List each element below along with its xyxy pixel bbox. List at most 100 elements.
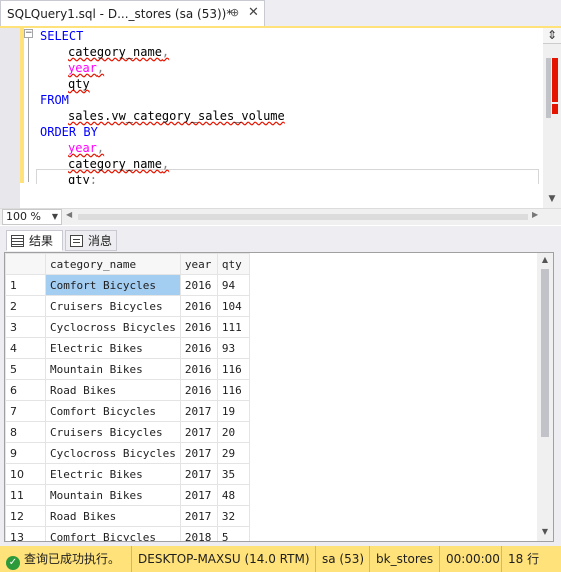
code-line[interactable]: ORDER BY bbox=[40, 124, 285, 140]
table-row[interactable]: 8 Cruisers Bicycles 2017 20 bbox=[5, 421, 250, 443]
column-header[interactable]: qty bbox=[216, 253, 250, 275]
grid-cell[interactable]: 2018 bbox=[179, 526, 218, 541]
grid-cell[interactable]: 19 bbox=[216, 400, 250, 422]
grid-cell[interactable]: 2016 bbox=[179, 358, 218, 380]
row-number[interactable]: 10 bbox=[5, 463, 46, 485]
sql-code[interactable]: SELECT category_name, year, qty FROM sales.vw… bbox=[40, 28, 285, 188]
row-number[interactable]: 7 bbox=[5, 400, 46, 422]
grid-cell[interactable]: Road Bikes bbox=[45, 505, 181, 527]
grid-vertical-scrollbar[interactable]: ▲ ▼ bbox=[537, 253, 553, 541]
grid-cell[interactable]: 2016 bbox=[179, 316, 218, 338]
grid-cell[interactable]: 2017 bbox=[179, 442, 218, 464]
corner-cell[interactable] bbox=[5, 253, 46, 275]
grid-cell[interactable]: 104 bbox=[216, 295, 250, 317]
split-window-icon[interactable]: ⇕ bbox=[543, 28, 561, 44]
scroll-left-icon[interactable]: ◀ bbox=[66, 210, 72, 219]
grid-cell[interactable]: 111 bbox=[216, 316, 250, 338]
grid-cell[interactable]: 2017 bbox=[179, 484, 218, 506]
editor-vertical-scrollbar[interactable] bbox=[543, 28, 561, 208]
table-row[interactable]: 5 Mountain Bikes 2016 116 bbox=[5, 358, 250, 380]
table-row[interactable]: 1 Comfort Bicycles 2016 94 bbox=[5, 274, 250, 296]
grid-cell[interactable]: 2017 bbox=[179, 463, 218, 485]
table-row[interactable]: 9 Cyclocross Bicycles 2017 29 bbox=[5, 442, 250, 464]
zoom-select[interactable]: 100 % ▼ bbox=[2, 209, 62, 225]
grid-cell[interactable]: 93 bbox=[216, 337, 250, 359]
table-row[interactable]: 12 Road Bikes 2017 32 bbox=[5, 505, 250, 527]
table-row[interactable]: 10 Electric Bikes 2017 35 bbox=[5, 463, 250, 485]
code-line[interactable]: SELECT bbox=[40, 28, 285, 44]
grid-cell[interactable]: 2016 bbox=[179, 337, 218, 359]
scroll-up-icon[interactable]: ▲ bbox=[537, 253, 553, 267]
grid-cell[interactable]: Electric Bikes bbox=[45, 463, 181, 485]
table-row[interactable]: 7 Comfort Bicycles 2017 19 bbox=[5, 400, 250, 422]
grid-scroll-thumb[interactable] bbox=[541, 269, 549, 437]
grid-cell[interactable]: 29 bbox=[216, 442, 250, 464]
grid-cell[interactable]: Comfort Bicycles bbox=[45, 400, 181, 422]
column-header[interactable]: year bbox=[179, 253, 218, 275]
grid-cell[interactable]: 2016 bbox=[179, 274, 218, 296]
chevron-down-icon[interactable]: ▼ bbox=[52, 210, 58, 224]
grid-cell[interactable]: 116 bbox=[216, 358, 250, 380]
table-row[interactable]: 13 Comfort Bicycles 2018 5 bbox=[5, 526, 250, 541]
query-editor[interactable]: − SELECT category_name, year, qty FROM sales.… bbox=[0, 28, 561, 208]
row-number[interactable]: 5 bbox=[5, 358, 46, 380]
code-line[interactable]: category_name, bbox=[40, 44, 285, 60]
table-row[interactable]: 6 Road Bikes 2016 116 bbox=[5, 379, 250, 401]
row-number[interactable]: 2 bbox=[5, 295, 46, 317]
grid-cell[interactable]: 94 bbox=[216, 274, 250, 296]
grid-cell[interactable]: Comfort Bicycles bbox=[45, 526, 181, 541]
row-number[interactable]: 4 bbox=[5, 337, 46, 359]
row-number[interactable]: 9 bbox=[5, 442, 46, 464]
editor-horizontal-scroll-thumb[interactable] bbox=[78, 214, 528, 220]
row-number[interactable]: 3 bbox=[5, 316, 46, 338]
row-number[interactable]: 1 bbox=[5, 274, 46, 296]
table-row[interactable]: 4 Electric Bikes 2016 93 bbox=[5, 337, 250, 359]
document-tab[interactable]: SQLQuery1.sql - D..._stores (sa (53))* ⊕… bbox=[0, 0, 265, 26]
code-line[interactable]: sales.vw_category_sales_volume bbox=[40, 108, 285, 124]
table-row[interactable]: 11 Mountain Bikes 2017 48 bbox=[5, 484, 250, 506]
column-header[interactable]: category_name bbox=[45, 253, 181, 275]
scroll-down-icon[interactable]: ▼ bbox=[543, 194, 561, 208]
table-row[interactable]: 2 Cruisers Bicycles 2016 104 bbox=[5, 295, 250, 317]
table-row[interactable]: 3 Cyclocross Bicycles 2016 111 bbox=[5, 316, 250, 338]
grid-cell[interactable]: Road Bikes bbox=[45, 379, 181, 401]
pin-icon[interactable]: ⊕ bbox=[230, 6, 239, 19]
grid-cell[interactable]: Mountain Bikes bbox=[45, 484, 181, 506]
grid-cell[interactable]: Cruisers Bicycles bbox=[45, 421, 181, 443]
code-line[interactable]: year, bbox=[40, 60, 285, 76]
grid-cell[interactable]: 48 bbox=[216, 484, 250, 506]
code-line[interactable]: year, bbox=[40, 140, 285, 156]
scroll-right-icon[interactable]: ▶ bbox=[532, 210, 538, 219]
grid-cell[interactable]: Comfort Bicycles bbox=[45, 274, 181, 296]
close-icon[interactable]: ✕ bbox=[248, 5, 259, 20]
grid-cell[interactable]: 116 bbox=[216, 379, 250, 401]
row-number[interactable]: 13 bbox=[5, 526, 46, 541]
grid-cell[interactable]: Cruisers Bicycles bbox=[45, 295, 181, 317]
row-number[interactable]: 6 bbox=[5, 379, 46, 401]
row-number[interactable]: 11 bbox=[5, 484, 46, 506]
grid-cell[interactable]: 32 bbox=[216, 505, 250, 527]
document-tab-title[interactable]: SQLQuery1.sql - D..._stores (sa (53))* bbox=[7, 7, 232, 21]
code-line[interactable]: category_name, bbox=[40, 156, 285, 172]
grid-cell[interactable]: Cyclocross Bicycles bbox=[45, 316, 181, 338]
tab-results[interactable]: 结果 bbox=[6, 230, 63, 251]
grid-cell[interactable]: 2017 bbox=[179, 400, 218, 422]
row-number[interactable]: 12 bbox=[5, 505, 46, 527]
tab-messages[interactable]: 消息 bbox=[65, 230, 117, 251]
grid-cell[interactable]: Electric Bikes bbox=[45, 337, 181, 359]
editor-scroll-thumb[interactable] bbox=[546, 58, 551, 118]
scroll-down-icon[interactable]: ▼ bbox=[537, 525, 553, 539]
grid-cell[interactable]: 2016 bbox=[179, 379, 218, 401]
code-line[interactable]: qty bbox=[40, 76, 285, 92]
code-line[interactable]: FROM bbox=[40, 92, 285, 108]
grid-cell[interactable]: 5 bbox=[216, 526, 250, 541]
grid-cell[interactable]: 20 bbox=[216, 421, 250, 443]
grid-cell[interactable]: Mountain Bikes bbox=[45, 358, 181, 380]
grid-cell[interactable]: 2017 bbox=[179, 505, 218, 527]
grid-cell[interactable]: 2016 bbox=[179, 295, 218, 317]
collapse-icon[interactable]: − bbox=[24, 29, 33, 38]
grid-cell[interactable]: Cyclocross Bicycles bbox=[45, 442, 181, 464]
results-grid[interactable]: category_name year qty 1 Comfort Bicycles 20… bbox=[4, 252, 554, 542]
row-number[interactable]: 8 bbox=[5, 421, 46, 443]
grid-cell[interactable]: 2017 bbox=[179, 421, 218, 443]
